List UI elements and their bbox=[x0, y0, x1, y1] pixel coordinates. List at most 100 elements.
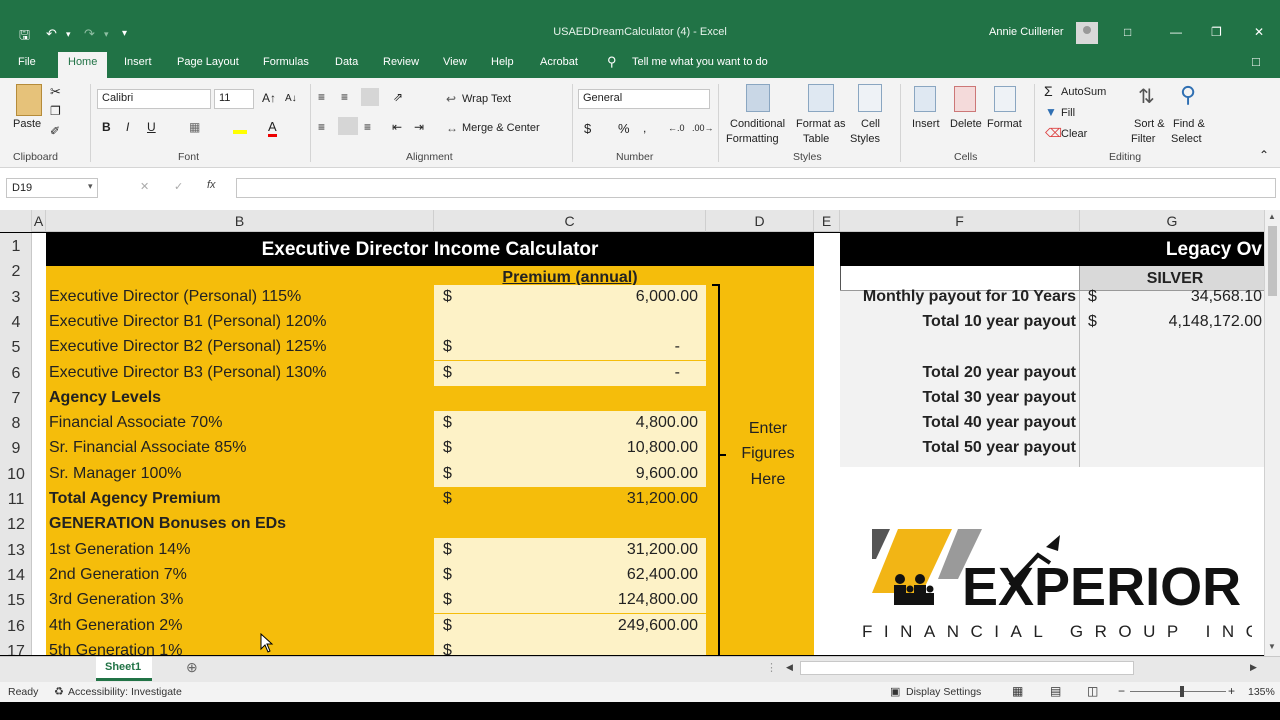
format-cells-icon[interactable] bbox=[994, 86, 1016, 112]
column-header-e[interactable]: E bbox=[814, 210, 840, 232]
align-bottom-icon[interactable] bbox=[361, 88, 379, 106]
paste-button[interactable]: Paste bbox=[13, 118, 41, 130]
name-box[interactable]: D19 bbox=[6, 178, 98, 198]
zoom-slider-thumb[interactable] bbox=[1180, 686, 1184, 697]
fill-icon[interactable]: ▼ bbox=[1045, 105, 1057, 119]
row-header[interactable]: 14 bbox=[0, 567, 32, 585]
tab-page-layout[interactable]: Page Layout bbox=[177, 56, 239, 68]
line-label[interactable]: GENERATION Bonuses on EDs bbox=[49, 515, 286, 533]
tab-data[interactable]: Data bbox=[335, 56, 358, 68]
premium-value[interactable]: 31,200.00 bbox=[470, 490, 698, 508]
premium-input-cell[interactable] bbox=[434, 309, 706, 336]
sheet-tab-label[interactable]: Sheet1 bbox=[105, 661, 141, 673]
find-select-button-line2[interactable]: Select bbox=[1171, 133, 1202, 145]
font-name-select[interactable]: Calibri bbox=[97, 89, 211, 109]
find-select-button[interactable]: Find & bbox=[1173, 118, 1205, 130]
increase-font-icon[interactable]: A↑ bbox=[262, 91, 276, 105]
row-header[interactable]: 4 bbox=[0, 314, 32, 332]
line-label[interactable]: Financial Associate 70% bbox=[49, 414, 222, 432]
line-label[interactable]: 3rd Generation 3% bbox=[49, 591, 183, 609]
enter-note-line1[interactable]: Enter bbox=[722, 420, 814, 438]
insert-cells-button[interactable]: Insert bbox=[912, 118, 940, 130]
insert-function-icon[interactable]: fx bbox=[207, 179, 216, 191]
percent-icon[interactable]: % bbox=[618, 121, 630, 136]
line-label[interactable]: 4th Generation 2% bbox=[49, 617, 182, 635]
calculator-title[interactable]: Executive Director Income Calculator bbox=[46, 239, 814, 261]
column-header-a[interactable]: A bbox=[32, 210, 46, 232]
premium-value[interactable]: 62,400.00 bbox=[470, 566, 698, 584]
column-header-f[interactable]: F bbox=[840, 210, 1080, 232]
line-label[interactable]: Total Agency Premium bbox=[49, 490, 221, 508]
line-label[interactable]: 5th Generation 1% bbox=[49, 642, 182, 655]
cancel-entry-icon[interactable]: ✕ bbox=[140, 180, 149, 193]
autosum-icon[interactable]: Σ bbox=[1044, 83, 1053, 99]
line-label[interactable]: Executive Director (Personal) 115% bbox=[49, 288, 301, 306]
font-size-select[interactable]: 11 bbox=[214, 89, 254, 109]
premium-value[interactable]: 249,600.00 bbox=[470, 617, 698, 635]
accessibility-status[interactable]: Accessibility: Investigate bbox=[68, 686, 182, 698]
delete-cells-icon[interactable] bbox=[954, 86, 976, 112]
premium-value[interactable]: 4,800.00 bbox=[470, 414, 698, 432]
payout-label[interactable]: Monthly payout for 10 Years bbox=[840, 288, 1076, 306]
row-header[interactable]: 17 bbox=[0, 643, 32, 655]
conditional-formatting-button-line2[interactable]: Formatting bbox=[726, 133, 779, 145]
fill-button[interactable]: Fill bbox=[1061, 107, 1075, 119]
copy-icon[interactable]: ❐ bbox=[50, 104, 61, 118]
row-header[interactable]: 6 bbox=[0, 365, 32, 383]
row-header[interactable]: 10 bbox=[0, 466, 32, 484]
row-header[interactable]: 8 bbox=[0, 415, 32, 433]
normal-view-icon[interactable]: ▦ bbox=[1012, 684, 1023, 698]
align-top-icon[interactable]: ≡ bbox=[318, 90, 325, 104]
line-label[interactable]: Sr. Financial Associate 85% bbox=[49, 439, 246, 457]
format-painter-icon[interactable]: ✐ bbox=[50, 124, 60, 138]
sort-filter-button-line2[interactable]: Filter bbox=[1131, 133, 1155, 145]
line-label[interactable]: Sr. Manager 100% bbox=[49, 465, 182, 483]
scroll-up-icon[interactable]: ▲ bbox=[1268, 212, 1276, 221]
tab-review[interactable]: Review bbox=[383, 56, 419, 68]
enter-note-line2[interactable]: Figures bbox=[722, 445, 814, 463]
line-label[interactable]: Executive Director B3 (Personal) 130% bbox=[49, 364, 326, 382]
insert-cells-icon[interactable] bbox=[914, 86, 936, 112]
tab-home[interactable]: Home bbox=[58, 52, 108, 78]
premium-input-cell[interactable] bbox=[434, 638, 706, 655]
wrap-text-button[interactable]: Wrap Text bbox=[462, 93, 511, 105]
bold-icon[interactable]: B bbox=[102, 120, 111, 134]
column-header-b[interactable]: B bbox=[46, 210, 434, 232]
align-center-icon[interactable] bbox=[338, 117, 358, 135]
format-as-table-button[interactable]: Format as bbox=[796, 118, 846, 130]
premium-value[interactable]: 31,200.00 bbox=[470, 541, 698, 559]
tab-acrobat[interactable]: Acrobat bbox=[540, 56, 578, 68]
vertical-scrollbar[interactable]: ▲ ▼ bbox=[1264, 210, 1280, 656]
zoom-level[interactable]: 135% bbox=[1248, 686, 1275, 698]
select-all-corner[interactable] bbox=[0, 210, 32, 232]
scroll-down-icon[interactable]: ▼ bbox=[1268, 642, 1276, 651]
font-color-icon[interactable]: A bbox=[268, 119, 277, 137]
align-middle-icon[interactable]: ≡ bbox=[341, 90, 348, 104]
minimize-icon[interactable]: — bbox=[1170, 25, 1182, 39]
payout-label[interactable]: Total 30 year payout bbox=[840, 389, 1076, 407]
payout-label[interactable]: Total 20 year payout bbox=[840, 364, 1076, 382]
column-header-d[interactable]: D bbox=[706, 210, 814, 232]
worksheet-grid[interactable]: 1 2 3 4 5 6 7 8 9 10 11 12 13 14 15 16 17 Executive Dire… bbox=[0, 233, 1264, 655]
avatar[interactable] bbox=[1076, 22, 1098, 44]
confirm-entry-icon[interactable]: ✓ bbox=[174, 180, 183, 193]
collapse-ribbon-icon[interactable]: ⌃ bbox=[1259, 148, 1269, 162]
payout-label[interactable]: Total 40 year payout bbox=[840, 414, 1076, 432]
zoom-slider[interactable] bbox=[1130, 691, 1226, 692]
zoom-out-icon[interactable]: − bbox=[1118, 684, 1125, 698]
line-label[interactable]: 2nd Generation 7% bbox=[49, 566, 187, 584]
underline-icon[interactable]: U bbox=[147, 120, 156, 134]
line-label[interactable]: 1st Generation 14% bbox=[49, 541, 190, 559]
row-header[interactable]: 9 bbox=[0, 440, 32, 458]
formula-input[interactable] bbox=[236, 178, 1276, 198]
sort-filter-button[interactable]: Sort & bbox=[1134, 118, 1165, 130]
orientation-icon[interactable]: ⇗ bbox=[393, 90, 403, 104]
row-header[interactable]: 11 bbox=[0, 491, 32, 509]
name-box-dropdown-icon[interactable]: ▾ bbox=[88, 181, 93, 192]
legacy-title[interactable]: Legacy Ov bbox=[1080, 239, 1264, 261]
comma-style-icon[interactable]: , bbox=[643, 121, 646, 135]
paste-icon[interactable] bbox=[16, 84, 42, 116]
cut-icon[interactable]: ✂ bbox=[50, 84, 61, 100]
scroll-left-icon[interactable]: ◀ bbox=[786, 662, 793, 673]
decrease-decimal-icon[interactable]: .00→ bbox=[692, 123, 714, 133]
